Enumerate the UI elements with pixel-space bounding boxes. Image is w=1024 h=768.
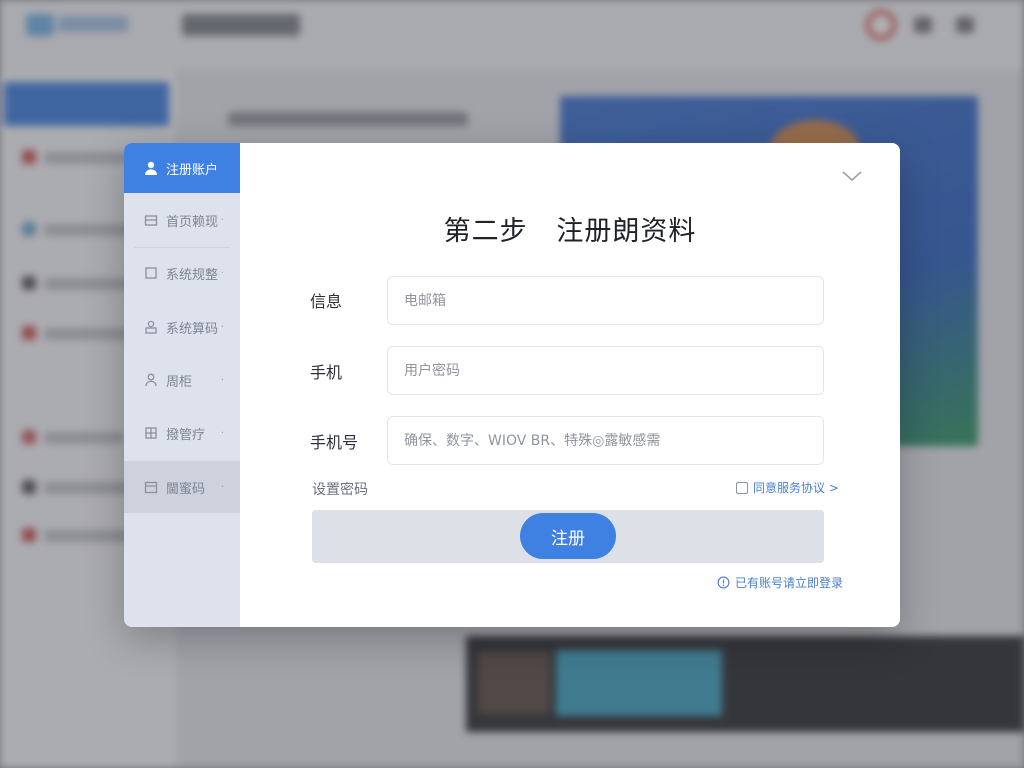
sidebar-item-label: 系统规整 xyxy=(166,267,219,283)
agree-terms-label: 同意服务协议 > xyxy=(753,481,839,495)
sidebar-item-register-account[interactable]: 注册账户 xyxy=(124,143,240,193)
info-icon xyxy=(717,576,730,589)
sidebar-item-home[interactable]: 首页赖现 · xyxy=(124,195,240,245)
sidebar-item-system-codes[interactable]: 系统算码 · xyxy=(124,302,240,352)
sidebar-chevron: · xyxy=(220,214,224,226)
set-password-label: 设置密码 xyxy=(312,482,368,498)
agree-terms-checkbox[interactable]: 同意服务协议 > xyxy=(736,479,839,496)
password-field[interactable] xyxy=(387,346,824,395)
home-icon xyxy=(142,211,160,229)
sidebar-item-label: 系统算码 xyxy=(166,321,219,337)
checkbox-icon xyxy=(736,481,748,494)
sidebar-item-system-rules[interactable]: 系统规整 · xyxy=(124,248,240,298)
register-button[interactable]: 注册 xyxy=(520,513,616,559)
sidebar-chevron: · xyxy=(220,321,224,333)
submit-bar: 注册 xyxy=(312,510,824,563)
sidebar-item-password[interactable]: 閫蜜码 · xyxy=(124,461,240,513)
phone-number-field[interactable] xyxy=(387,416,824,465)
sidebar-item-label: 閫蜜码 xyxy=(166,481,206,497)
sidebar-chevron: · xyxy=(220,481,224,493)
login-link-label: 已有账号请立即登录 xyxy=(735,576,844,590)
sidebar-chevron: · xyxy=(220,267,224,279)
sidebar-item-weekly[interactable]: 周柜 · xyxy=(124,355,240,405)
sidebar-chevron: · xyxy=(220,427,224,439)
sidebar-item-label: 注册账户 xyxy=(166,162,219,178)
close-button[interactable] xyxy=(838,165,866,187)
phone-label: 手机 xyxy=(310,363,343,382)
sidebar-chevron: · xyxy=(220,374,224,386)
person-icon xyxy=(142,371,160,389)
folder-icon xyxy=(142,478,160,496)
sidebar-item-label: 首页赖现 xyxy=(166,214,219,230)
info-label: 信息 xyxy=(310,292,343,311)
modal-title: 第二步 注册朗资料 xyxy=(443,216,697,247)
register-modal: 注册账户 首页赖现 · 系统规整 · 系统算码 · 周柜 · 撥管疗 · 閫蜜码… xyxy=(124,143,900,627)
email-field[interactable] xyxy=(387,276,824,325)
sidebar-item-label: 周柜 xyxy=(166,374,193,390)
login-link[interactable]: 已有账号请立即登录 xyxy=(717,574,843,591)
modal-sidebar: 注册账户 首页赖现 · 系统规整 · 系统算码 · 周柜 · 撥管疗 · 閫蜜码… xyxy=(124,143,240,627)
chevron-down-icon xyxy=(842,171,862,182)
grid-icon xyxy=(142,424,160,442)
modal-content: 第二步 注册朗资料 信息 手机 手机号 设置密码 同意服务协议 > 注册 已有账… xyxy=(240,143,900,627)
phone-number-label: 手机号 xyxy=(310,433,359,452)
user-icon xyxy=(142,159,160,177)
sidebar-item-management[interactable]: 撥管疗 · xyxy=(124,408,240,458)
settings-icon xyxy=(142,318,160,336)
square-icon xyxy=(142,264,160,282)
sidebar-item-label: 撥管疗 xyxy=(166,427,206,443)
